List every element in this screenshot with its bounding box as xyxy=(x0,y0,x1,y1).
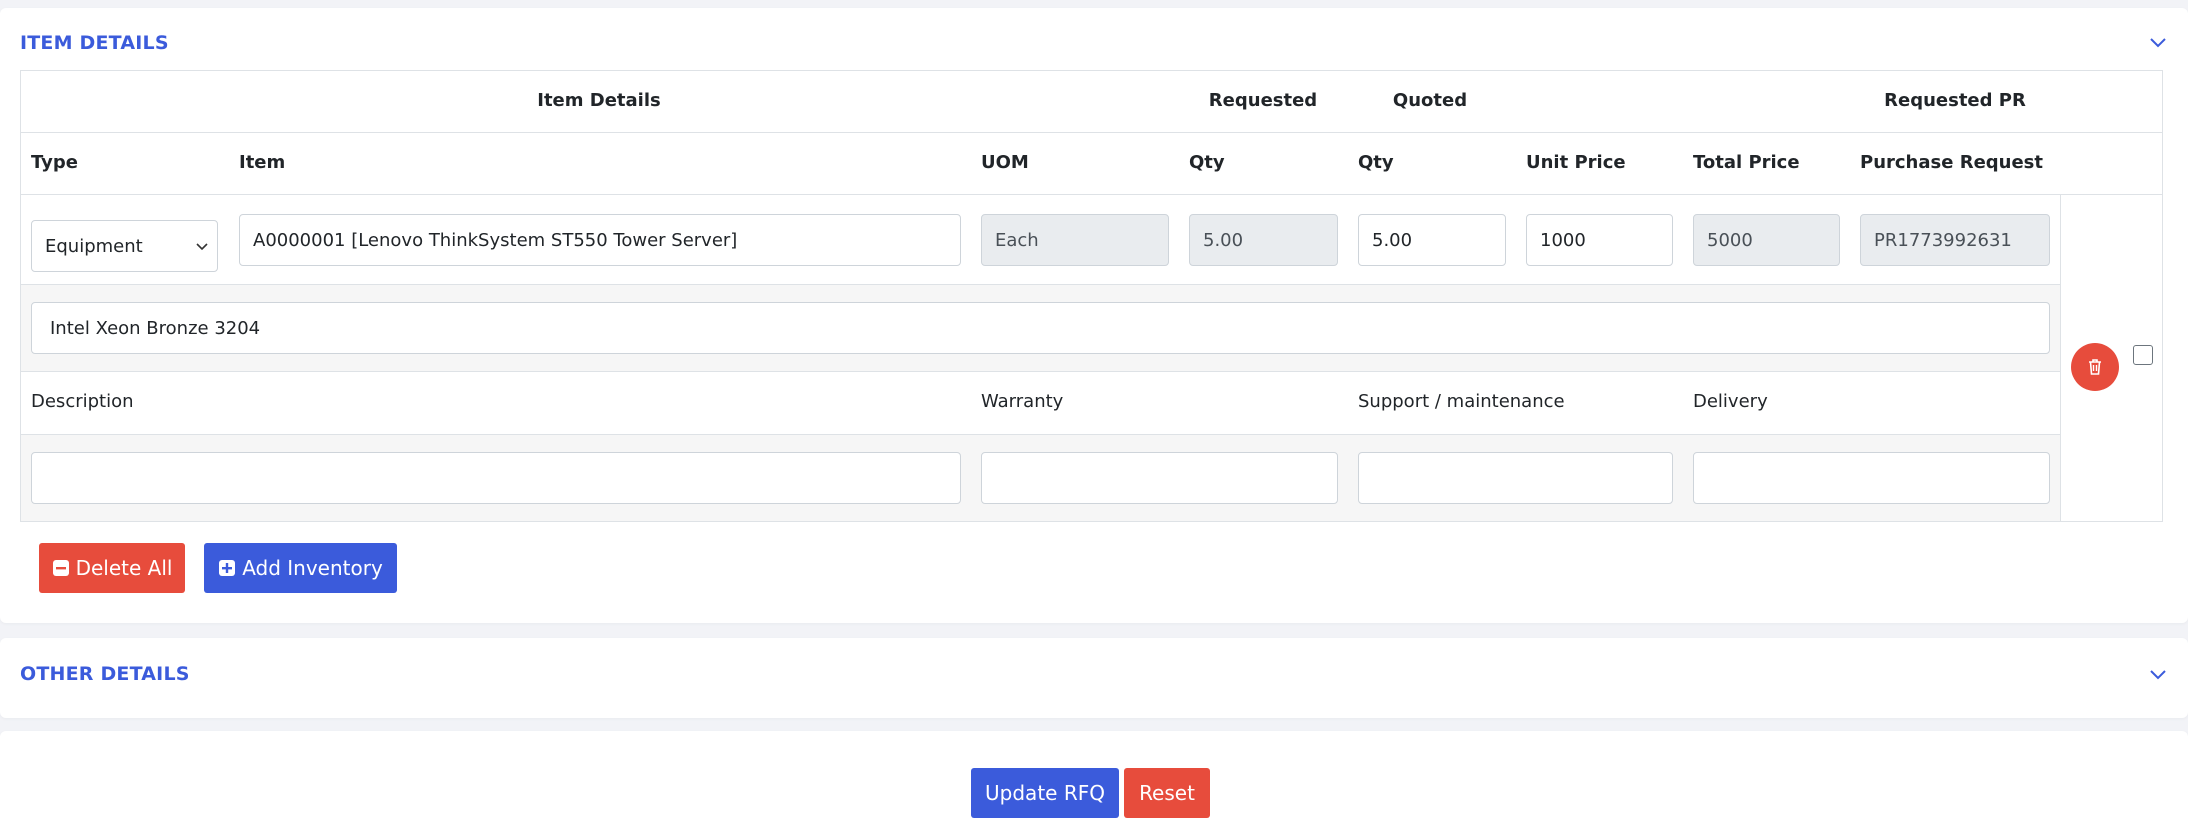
trash-icon xyxy=(2089,359,2101,375)
warranty-input[interactable] xyxy=(981,452,1338,504)
col-purchase-request: Purchase Request xyxy=(1860,152,2043,173)
uom-field: Each xyxy=(981,214,1169,266)
requested-qty-field: 5.00 xyxy=(1189,214,1338,266)
purchase-request-field: PR1773992631 xyxy=(1860,214,2050,266)
col-item: Item xyxy=(239,152,286,173)
chevron-down-icon xyxy=(196,243,208,251)
minus-square-icon xyxy=(52,560,69,576)
form-actions-card: Update RFQ Reset xyxy=(0,731,2188,835)
reset-button[interactable]: Reset xyxy=(1124,768,1210,818)
spec-input[interactable]: Intel Xeon Bronze 3204 xyxy=(31,302,2050,354)
type-select-value: Equipment xyxy=(45,235,143,257)
total-price-field: 5000 xyxy=(1693,214,1840,266)
item-input[interactable]: A0000001 [Lenovo ThinkSystem ST550 Tower… xyxy=(239,214,961,266)
quoted-qty-input[interactable]: 5.00 xyxy=(1358,214,1506,266)
plus-square-icon xyxy=(219,560,236,576)
description-input[interactable] xyxy=(31,452,961,504)
col-uom: UOM xyxy=(981,152,1029,173)
delete-row-button[interactable] xyxy=(2071,343,2119,391)
group-header-requested: Requested xyxy=(1208,90,1318,111)
support-input[interactable] xyxy=(1358,452,1673,504)
label-support: Support / maintenance xyxy=(1358,391,1565,412)
chevron-down-icon[interactable] xyxy=(2146,662,2170,686)
label-warranty: Warranty xyxy=(981,391,1064,412)
other-details-title[interactable]: OTHER DETAILS xyxy=(20,663,190,685)
col-total-price: Total Price xyxy=(1693,152,1800,173)
unit-price-input[interactable]: 1000 xyxy=(1526,214,1673,266)
label-delivery: Delivery xyxy=(1693,391,1768,412)
group-header-item-details: Item Details xyxy=(537,90,661,111)
col-requested-qty: Qty xyxy=(1189,152,1225,173)
row-select-checkbox[interactable] xyxy=(2133,345,2153,365)
group-header-requested-pr: Requested PR xyxy=(1884,90,2026,111)
label-description: Description xyxy=(31,391,134,412)
other-details-card: OTHER DETAILS xyxy=(0,638,2188,718)
update-rfq-button[interactable]: Update RFQ xyxy=(971,768,1119,818)
delete-all-label: Delete All xyxy=(75,556,173,580)
col-quoted-qty: Qty xyxy=(1358,152,1394,173)
delivery-input[interactable] xyxy=(1693,452,2050,504)
item-details-title[interactable]: ITEM DETAILS xyxy=(20,32,169,54)
item-details-card: ITEM DETAILS Item Details Requested Quot… xyxy=(0,8,2188,623)
add-inventory-label: Add Inventory xyxy=(242,556,383,580)
delete-all-button[interactable]: Delete All xyxy=(39,543,185,593)
add-inventory-button[interactable]: Add Inventory xyxy=(204,543,397,593)
group-header-quoted: Quoted xyxy=(1392,90,1468,111)
type-select[interactable]: Equipment xyxy=(31,220,218,272)
chevron-down-icon[interactable] xyxy=(2146,30,2170,54)
col-unit-price: Unit Price xyxy=(1526,152,1626,173)
col-type: Type xyxy=(31,152,78,173)
